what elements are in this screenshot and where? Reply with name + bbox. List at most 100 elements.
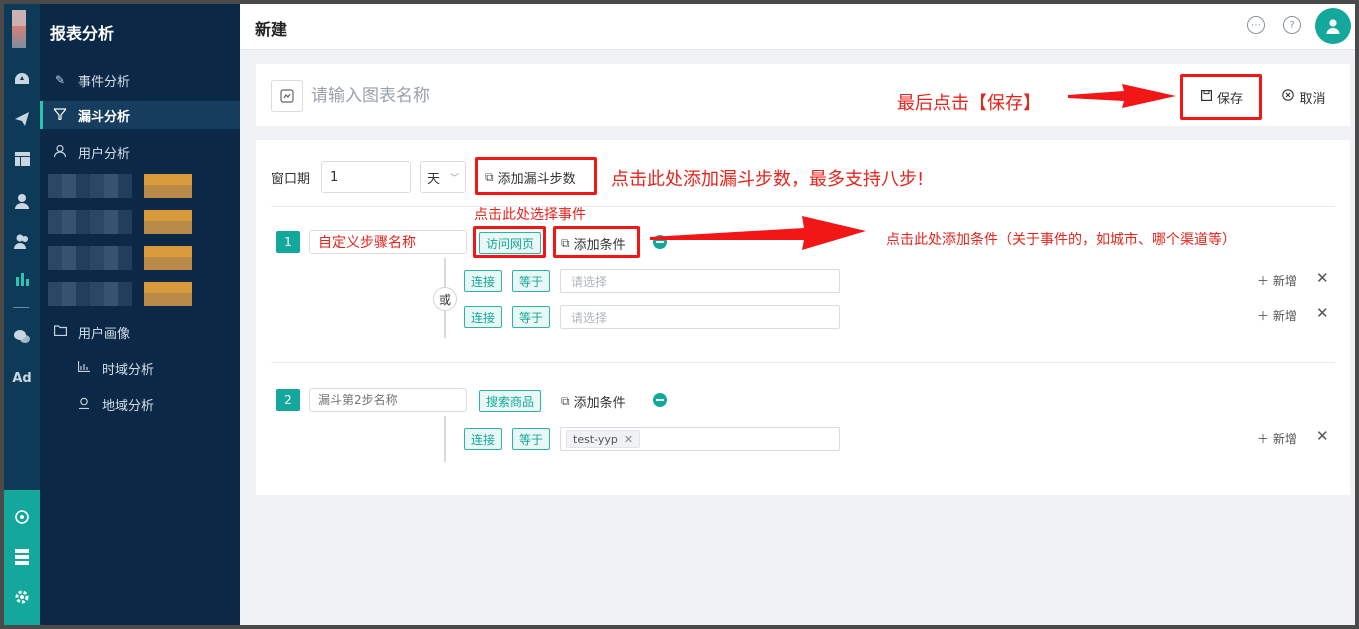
condition-value-select[interactable]: test-yyp ✕: [560, 427, 840, 451]
save-icon: [1200, 89, 1212, 105]
folder-icon: [52, 325, 68, 339]
add-condition-button[interactable]: ⧉ 添加条件: [561, 392, 626, 411]
funnel-config-card: 窗口期 1 天 ﹀ ⧉ 添加漏斗步数 点击此处添加漏斗步数，最多支持八步! 点击…: [256, 140, 1350, 495]
add-row-label: 新增: [1272, 274, 1297, 288]
select-event-hint-annotation: 点击此处选择事件: [474, 207, 586, 223]
edit-icon: ✎: [54, 73, 66, 87]
chart-icon: [76, 361, 92, 375]
logo: [12, 10, 26, 50]
chart-type-icon[interactable]: [271, 80, 303, 112]
close-icon[interactable]: ✕: [1316, 269, 1329, 287]
operator-tag[interactable]: 等于: [512, 428, 551, 450]
users-icon[interactable]: [11, 230, 33, 252]
remove-step-icon[interactable]: [653, 393, 667, 407]
section-divider: [271, 362, 1335, 363]
blurred-menu-item[interactable]: [48, 210, 196, 234]
add-note-icon: ⧉: [485, 170, 494, 184]
sidebar-item-label: 漏斗分析: [78, 109, 131, 125]
save-button[interactable]: 保存: [1186, 80, 1258, 114]
sidebar-item-label: 用户画像: [78, 326, 131, 342]
sidebar-menu: 报表分析 ✎ 事件分析 漏斗分析 用户分析 用户画像 时域分析 地域分析: [40, 4, 240, 625]
add-note-icon: ⧉: [561, 236, 570, 250]
operator-tag[interactable]: 等于: [512, 270, 551, 292]
wechat-icon[interactable]: [11, 326, 33, 348]
add-condition-row-button[interactable]: ＋ 新增: [1257, 430, 1297, 447]
sidebar-item-region-analysis[interactable]: 地域分析: [40, 390, 240, 418]
funnel-icon: [52, 107, 68, 123]
add-condition-label: 添加条件: [573, 238, 626, 253]
help-icon[interactable]: ?: [1283, 16, 1301, 34]
save-label: 保存: [1216, 91, 1243, 107]
ad-icon[interactable]: Ad: [11, 367, 33, 389]
close-icon[interactable]: ✕: [1316, 304, 1329, 322]
sidebar-item-label: 事件分析: [78, 74, 131, 90]
send-icon[interactable]: [11, 108, 33, 130]
icon-rail: Ad: [4, 4, 40, 625]
add-condition-label: 添加条件: [573, 396, 626, 411]
layout-icon[interactable]: [11, 148, 33, 170]
add-funnel-step-button[interactable]: ⧉ 添加漏斗步数: [485, 168, 576, 187]
add-step-hint-annotation: 点击此处添加漏斗步数，最多支持八步!: [611, 169, 925, 190]
message-icon[interactable]: ⋯: [1247, 16, 1265, 34]
page-title: 新建: [255, 20, 288, 39]
section-divider: [271, 206, 1335, 207]
sidebar-item-label: 时域分析: [102, 362, 155, 378]
user-outline-icon: [52, 144, 68, 160]
chart-name-card: 最后点击【保存】 保存 取消: [256, 64, 1350, 126]
close-circle-icon: [1282, 89, 1295, 105]
blurred-menu-item[interactable]: [48, 246, 196, 270]
operator-tag[interactable]: 等于: [512, 306, 551, 328]
sidebar-item-time-analysis[interactable]: 时域分析: [40, 354, 240, 382]
rail-divider: [13, 307, 29, 308]
add-condition-button[interactable]: ⧉ 添加条件: [561, 234, 626, 253]
event-select-tag[interactable]: 搜索商品: [479, 390, 542, 412]
value-chip[interactable]: test-yyp ✕: [566, 430, 641, 448]
top-bar: 新建 ⋯ ?: [240, 4, 1355, 50]
window-unit-value: 天: [427, 171, 441, 187]
add-condition-row-button[interactable]: ＋ 新增: [1257, 272, 1297, 289]
cancel-button[interactable]: 取消: [1274, 80, 1334, 114]
close-icon[interactable]: ✕: [624, 433, 633, 446]
save-hint-annotation: 最后点击【保存】: [897, 93, 1041, 114]
server-icon[interactable]: [11, 546, 33, 568]
window-unit-select[interactable]: 天 ﹀: [420, 161, 466, 193]
step-name-input[interactable]: [309, 388, 467, 412]
condition-value-select[interactable]: 请选择: [560, 305, 840, 329]
step-number: 1: [276, 231, 300, 253]
sidebar-item-funnel-analysis[interactable]: 漏斗分析: [40, 101, 240, 129]
window-period-input[interactable]: 1: [321, 161, 411, 193]
chevron-down-icon: ﹀: [449, 173, 459, 184]
value-chip-label: test-yyp: [573, 432, 618, 446]
gear-icon[interactable]: [11, 586, 33, 608]
avatar[interactable]: [1315, 8, 1351, 44]
window-period-label: 窗口期: [271, 172, 311, 187]
add-row-label: 新增: [1272, 432, 1297, 446]
add-row-label: 新增: [1272, 309, 1297, 323]
sidebar-item-event-analysis[interactable]: ✎ 事件分析: [40, 66, 240, 94]
blurred-menu-item[interactable]: [48, 282, 196, 306]
dashboard-icon[interactable]: [11, 68, 33, 90]
connector-tag[interactable]: 连接: [464, 428, 503, 450]
connector-tag[interactable]: 连接: [464, 270, 503, 292]
condition-connector-line: [444, 416, 446, 462]
add-funnel-step-label: 添加漏斗步数: [497, 172, 576, 187]
chart-name-input[interactable]: [311, 80, 611, 112]
sidebar-item-user-portrait[interactable]: 用户画像: [40, 318, 240, 346]
step-name-input[interactable]: 自定义步骤名称: [309, 230, 467, 254]
cancel-label: 取消: [1299, 91, 1326, 107]
or-toggle[interactable]: 或: [433, 287, 457, 311]
connector-tag[interactable]: 连接: [464, 306, 503, 328]
bar-chart-icon[interactable]: [11, 268, 33, 290]
close-icon[interactable]: ✕: [1316, 427, 1329, 445]
step-number: 2: [276, 389, 300, 411]
user-icon[interactable]: [11, 190, 33, 212]
sidebar-item-user-analysis[interactable]: 用户分析: [40, 138, 240, 166]
condition-value-select[interactable]: 请选择: [560, 269, 840, 293]
app-window: Ad 报表分析 ✎ 事件分析 漏斗分析 用户分析 用户画像 时域分析 地域分析 …: [4, 4, 1355, 625]
event-select-tag[interactable]: 访问网页: [479, 232, 542, 254]
add-condition-row-button[interactable]: ＋ 新增: [1257, 307, 1297, 324]
hub-icon[interactable]: [11, 506, 33, 528]
remove-step-icon[interactable]: [653, 235, 667, 249]
blurred-menu-item[interactable]: [48, 174, 196, 198]
rail-bottom-group: [4, 490, 40, 625]
